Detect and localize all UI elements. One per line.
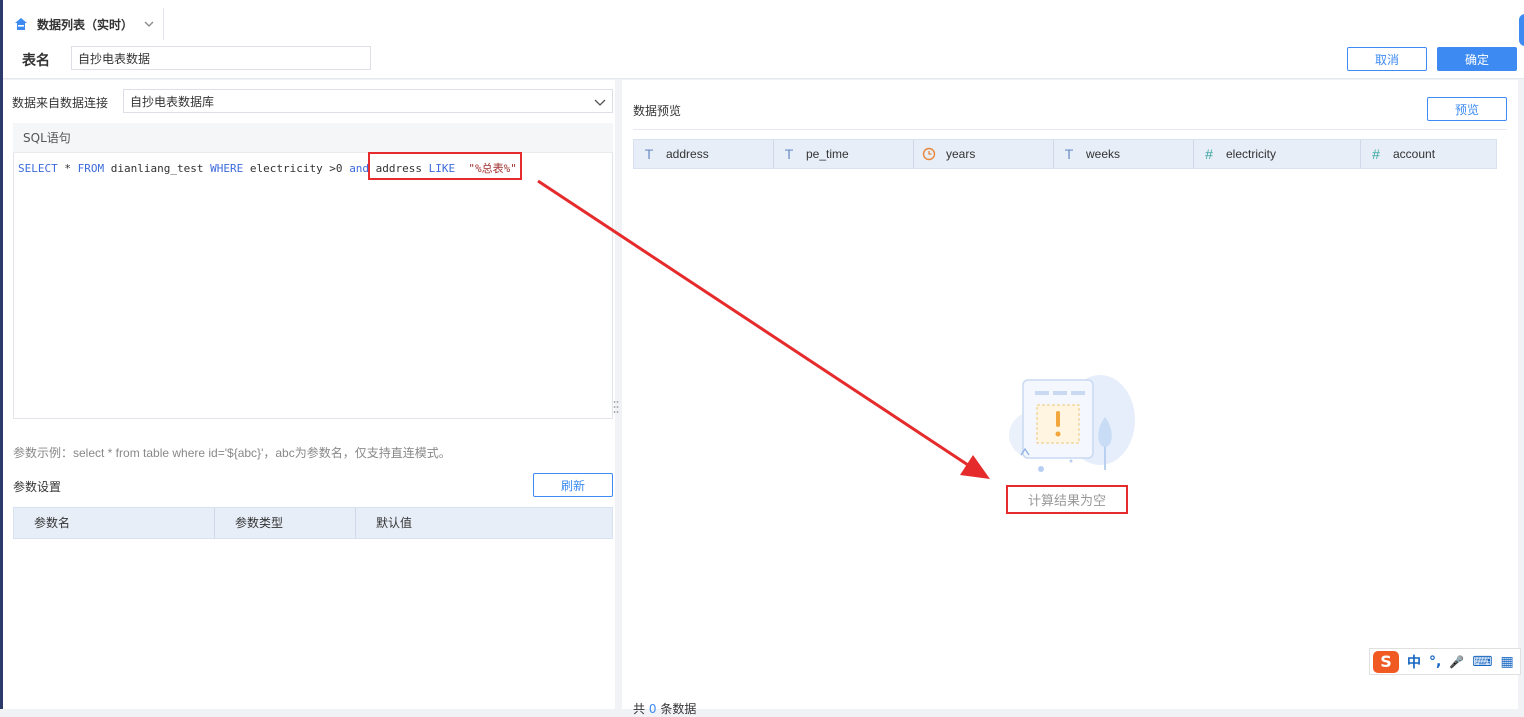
data-preview-title: 数据预览 [633, 104, 682, 118]
ime-toolbar[interactable]: S 中 °, 🎤 ⌨ ▦ [1369, 648, 1521, 675]
param-col-type: 参数类型 [215, 508, 356, 538]
sql-token: and [349, 162, 370, 175]
keyboard-icon[interactable]: ⌨ [1472, 654, 1492, 670]
column-name: pe_time [806, 147, 849, 161]
microphone-icon[interactable]: 🎤 [1449, 655, 1464, 669]
column-weeks[interactable]: T weeks [1054, 140, 1194, 168]
tab-bar [3, 0, 1524, 41]
datasource-select[interactable]: 自抄电表数据库 [123, 89, 613, 113]
column-years[interactable]: years [914, 140, 1054, 168]
chevron-down-icon[interactable] [143, 18, 155, 30]
cancel-button[interactable]: 取消 [1347, 47, 1427, 71]
home-icon [15, 18, 27, 30]
column-name: account [1393, 147, 1436, 161]
total-count: 0 [648, 702, 657, 716]
number-type-icon: # [1205, 146, 1213, 162]
total-suffix: 条数据 [660, 702, 697, 716]
annotation-highlight-box [1006, 485, 1128, 514]
param-table-header: 参数名 参数类型 默认值 [13, 507, 613, 539]
empty-result-illustration [1009, 375, 1135, 472]
ime-chinese-mode[interactable]: 中 [1407, 652, 1421, 672]
total-prefix: 共 [633, 702, 646, 716]
column-name: weeks [1086, 147, 1121, 161]
text-type-icon: T [784, 146, 794, 162]
sql-token: SELECT [18, 162, 58, 175]
sql-token: * [57, 162, 78, 175]
sogou-logo-icon[interactable]: S [1373, 650, 1399, 673]
resize-handle-icon[interactable] [613, 398, 619, 416]
divider [633, 129, 1507, 130]
param-settings-title: 参数设置 [13, 480, 62, 494]
datasource-label: 数据来自数据连接 [12, 96, 109, 110]
avatar[interactable] [1519, 14, 1524, 46]
tab-title: 数据列表（实时） [37, 17, 134, 32]
param-hint-text: 参数示例：select * from table where id='${abc… [13, 446, 451, 460]
param-col-default: 默认值 [376, 516, 413, 530]
preview-button[interactable]: 预览 [1427, 97, 1507, 121]
param-col-name: 参数名 [14, 508, 215, 538]
column-electricity[interactable]: # electricity [1194, 140, 1361, 168]
column-name: years [946, 147, 976, 161]
tab-data-list[interactable]: 数据列表（实时） [3, 8, 164, 40]
clock-icon [922, 147, 936, 161]
column-address[interactable]: T address [634, 140, 774, 168]
sql-token: WHERE [210, 162, 244, 175]
sql-token: FROM [77, 162, 105, 175]
sql-token: electricity >0 [243, 162, 350, 175]
table-name-label: 表名 [22, 53, 50, 69]
annotation-highlight-box [368, 152, 522, 180]
table-name-input[interactable] [71, 46, 371, 70]
column-pe-time[interactable]: T pe_time [774, 140, 914, 168]
chevron-down-icon [594, 99, 606, 106]
confirm-button[interactable]: 确定 [1437, 47, 1517, 71]
preview-table-header: T address T pe_time years T weeks # elec… [633, 139, 1497, 169]
sql-editor-title: SQL语句 [13, 123, 613, 153]
text-type-icon: T [644, 146, 654, 162]
column-name: address [666, 147, 709, 161]
datasource-selected-value: 自抄电表数据库 [130, 94, 215, 109]
column-account[interactable]: # account [1361, 140, 1496, 168]
text-type-icon: T [1064, 146, 1074, 162]
column-name: electricity [1226, 147, 1277, 161]
number-type-icon: # [1372, 146, 1380, 162]
refresh-button[interactable]: 刷新 [533, 473, 613, 497]
grid-menu-icon[interactable]: ▦ [1501, 654, 1514, 670]
sql-token: dianliang_test [104, 162, 211, 175]
ime-punctuation[interactable]: °, [1429, 654, 1441, 670]
